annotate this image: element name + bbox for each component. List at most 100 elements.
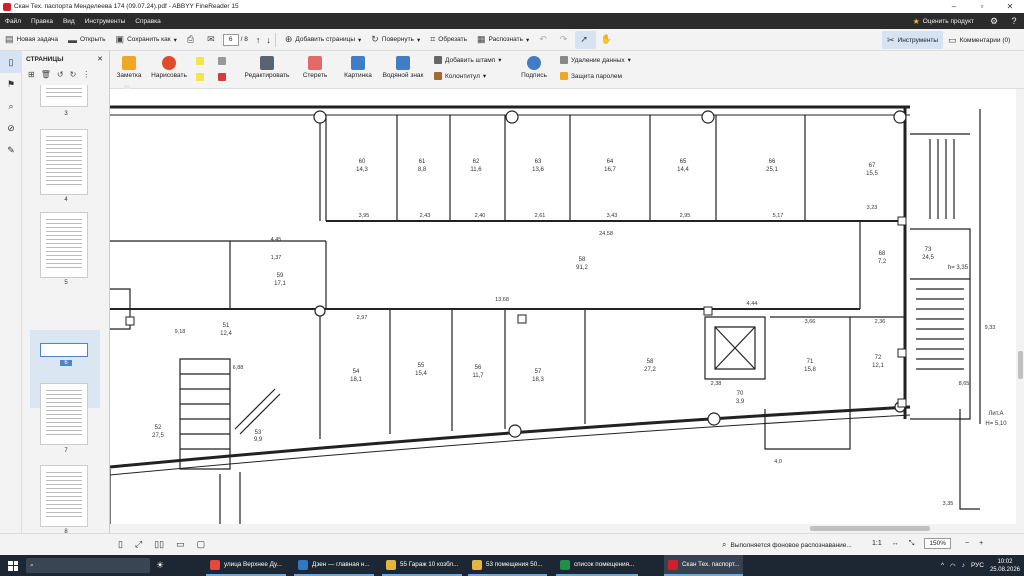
recognize-button[interactable]: ▦ Распознать ▾	[472, 31, 534, 49]
menu-help[interactable]: Справка	[130, 18, 166, 25]
picture-button[interactable]: Картинка	[342, 56, 374, 79]
menu-tools[interactable]: Инструменты	[80, 18, 131, 25]
save-as-button[interactable]: ▣ Сохранить как ▾	[111, 31, 182, 49]
menu-edit[interactable]: Правка	[26, 18, 58, 25]
clock[interactable]: 10:02 25.08.2026	[990, 558, 1020, 574]
page-down-icon[interactable]: ↓	[266, 35, 271, 45]
start-button[interactable]	[0, 555, 26, 576]
taskbar-app[interactable]: список помещения...	[556, 555, 639, 576]
hand-tool-button[interactable]: ✋	[596, 31, 620, 49]
page-number-input[interactable]: 6	[222, 33, 239, 46]
menu-file[interactable]: Файл	[0, 18, 26, 25]
page-thumbnail[interactable]	[40, 465, 88, 527]
zoom-select[interactable]: 150%	[924, 538, 951, 549]
dimension-label: 2,61	[535, 213, 546, 219]
zoom-in-icon[interactable]: +	[979, 540, 983, 547]
bookmark-icon[interactable]: ⚑	[0, 73, 22, 95]
underline-button[interactable]	[196, 73, 207, 81]
taskbar-app[interactable]: 55 Гараж 10 козбл...	[382, 555, 463, 576]
protect-button[interactable]: Защита паролем	[560, 72, 622, 80]
rate-product-button[interactable]: ★ Оценить продукт	[913, 17, 974, 26]
dimension-label: 4,44	[747, 301, 758, 307]
print-button[interactable]: ⎙	[182, 31, 202, 49]
network-icon[interactable]: ◠	[950, 562, 956, 570]
sign-button[interactable]: Подпись	[518, 56, 550, 79]
document-vertical-scrollbar[interactable]	[1016, 89, 1024, 533]
page-view-icon[interactable]: ▯	[118, 539, 123, 550]
crop-button[interactable]: ⌗ Обрезать	[425, 31, 472, 49]
chevron-up-icon[interactable]: ^	[941, 562, 944, 569]
taskbar-app[interactable]: 53 помещения 50...	[468, 555, 547, 576]
taskbar-app[interactable]: улица Верхнее Ду...	[206, 555, 286, 576]
more-options-icon[interactable]: ⋮	[82, 70, 90, 79]
page-thumbnail[interactable]	[40, 129, 88, 195]
attachment-icon[interactable]: ⊘	[0, 117, 22, 139]
scroll-view-icon[interactable]: ▭	[176, 539, 185, 550]
edit-button[interactable]: Редактировать	[244, 56, 290, 79]
taskbar-app[interactable]: Дзен — главная н...	[294, 555, 374, 576]
rotate-right-icon[interactable]: ↻	[70, 70, 77, 79]
rotate-button[interactable]: ↻ Повернуть ▾	[366, 31, 425, 49]
remove-data-button[interactable]: Удаление данных ▾	[560, 56, 631, 64]
zoom-out-icon[interactable]: −	[965, 540, 969, 547]
header-footer-button[interactable]: Колонтитул ▾	[434, 72, 486, 80]
maximize-icon[interactable]: ▫	[968, 0, 996, 13]
select-tool-button[interactable]: ➚	[575, 30, 596, 49]
close-icon[interactable]: ✕	[996, 0, 1024, 13]
page-thumbnail-selected[interactable]	[40, 343, 88, 357]
page-thumbnail[interactable]	[40, 85, 88, 107]
pages-panel-icon[interactable]: ▯	[0, 51, 22, 73]
add-stamp-button[interactable]: Добавить штамп ▾	[434, 56, 502, 64]
weather-icon[interactable]: ☀	[156, 560, 164, 571]
new-task-button[interactable]: ▤ Новая задача	[0, 31, 63, 49]
tools-tab[interactable]: ✂ Инструменты	[882, 31, 944, 49]
fit-page-icon[interactable]: ⤢	[135, 539, 142, 550]
help-icon[interactable]: ?	[1004, 16, 1024, 26]
redo-button[interactable]: ↷	[555, 31, 576, 49]
undo-button[interactable]: ↶	[534, 31, 555, 49]
actual-size-button[interactable]: 1:1	[872, 540, 882, 547]
page-thumbnail[interactable]	[40, 383, 88, 445]
text-strike-button[interactable]	[218, 73, 229, 81]
comments-tab[interactable]: ▭ Комментарии (0)	[943, 31, 1015, 49]
document-view[interactable]: 60 14,3 61 8,8 62 11,6 63 13,6 64 16,7 6…	[110, 89, 1024, 533]
page-up-icon[interactable]: ↑	[256, 35, 261, 45]
menu-view[interactable]: Вид	[58, 18, 80, 25]
gear-icon[interactable]: ⚙	[984, 16, 1004, 27]
strikeout-button[interactable]	[218, 57, 229, 65]
fullscreen-icon[interactable]: ▢	[197, 539, 206, 550]
delete-page-icon[interactable]: 🗑	[41, 70, 51, 79]
open-button[interactable]: ▬ Открыть	[63, 31, 111, 49]
add-page-icon[interactable]: ⊞	[28, 70, 35, 79]
rotate-left-icon[interactable]: ↺	[57, 70, 64, 79]
two-pages-icon[interactable]: ▯▯	[154, 539, 164, 550]
close-panel-icon[interactable]: ✕	[97, 55, 103, 63]
windows-icon	[8, 560, 18, 571]
fit-page-zoom-icon[interactable]: ⤡	[909, 540, 915, 548]
mail-icon: ✉	[207, 34, 215, 44]
watermark-button[interactable]: Водяной знак	[380, 56, 426, 79]
room-63-area: 13,6	[532, 167, 544, 173]
minimize-icon[interactable]: –	[940, 0, 968, 13]
text-strike-icon	[218, 73, 226, 81]
erase-button[interactable]: Стереть	[300, 56, 330, 79]
taskbar-app-active[interactable]: Скан Тех. паспорт...	[664, 555, 744, 576]
search-icon[interactable]: ⌕	[0, 95, 22, 117]
fit-width-icon[interactable]: ↔	[892, 540, 899, 547]
signature-icon[interactable]: ✎	[0, 139, 22, 161]
add-pages-button[interactable]: ⊕ Добавить страницы ▾	[280, 31, 366, 49]
room-63-number: 63	[535, 159, 542, 165]
highlight-button[interactable]	[196, 57, 207, 65]
thumbnail-number: 5	[64, 280, 68, 286]
volume-icon[interactable]: ♪	[962, 562, 965, 569]
room-52-number: 52	[155, 425, 162, 431]
dimension-label: 24,58	[599, 231, 613, 237]
redo-icon: ↷	[559, 34, 568, 44]
document-horizontal-scrollbar[interactable]	[110, 524, 1016, 533]
taskbar-search[interactable]: ⌕	[26, 558, 150, 573]
page-thumbnail[interactable]	[40, 212, 88, 278]
email-button[interactable]: ✉	[202, 31, 223, 49]
note-button[interactable]: Заметка	[116, 56, 142, 79]
draw-button[interactable]: Нарисовать	[150, 56, 188, 79]
language-indicator[interactable]: РУС	[971, 562, 984, 569]
